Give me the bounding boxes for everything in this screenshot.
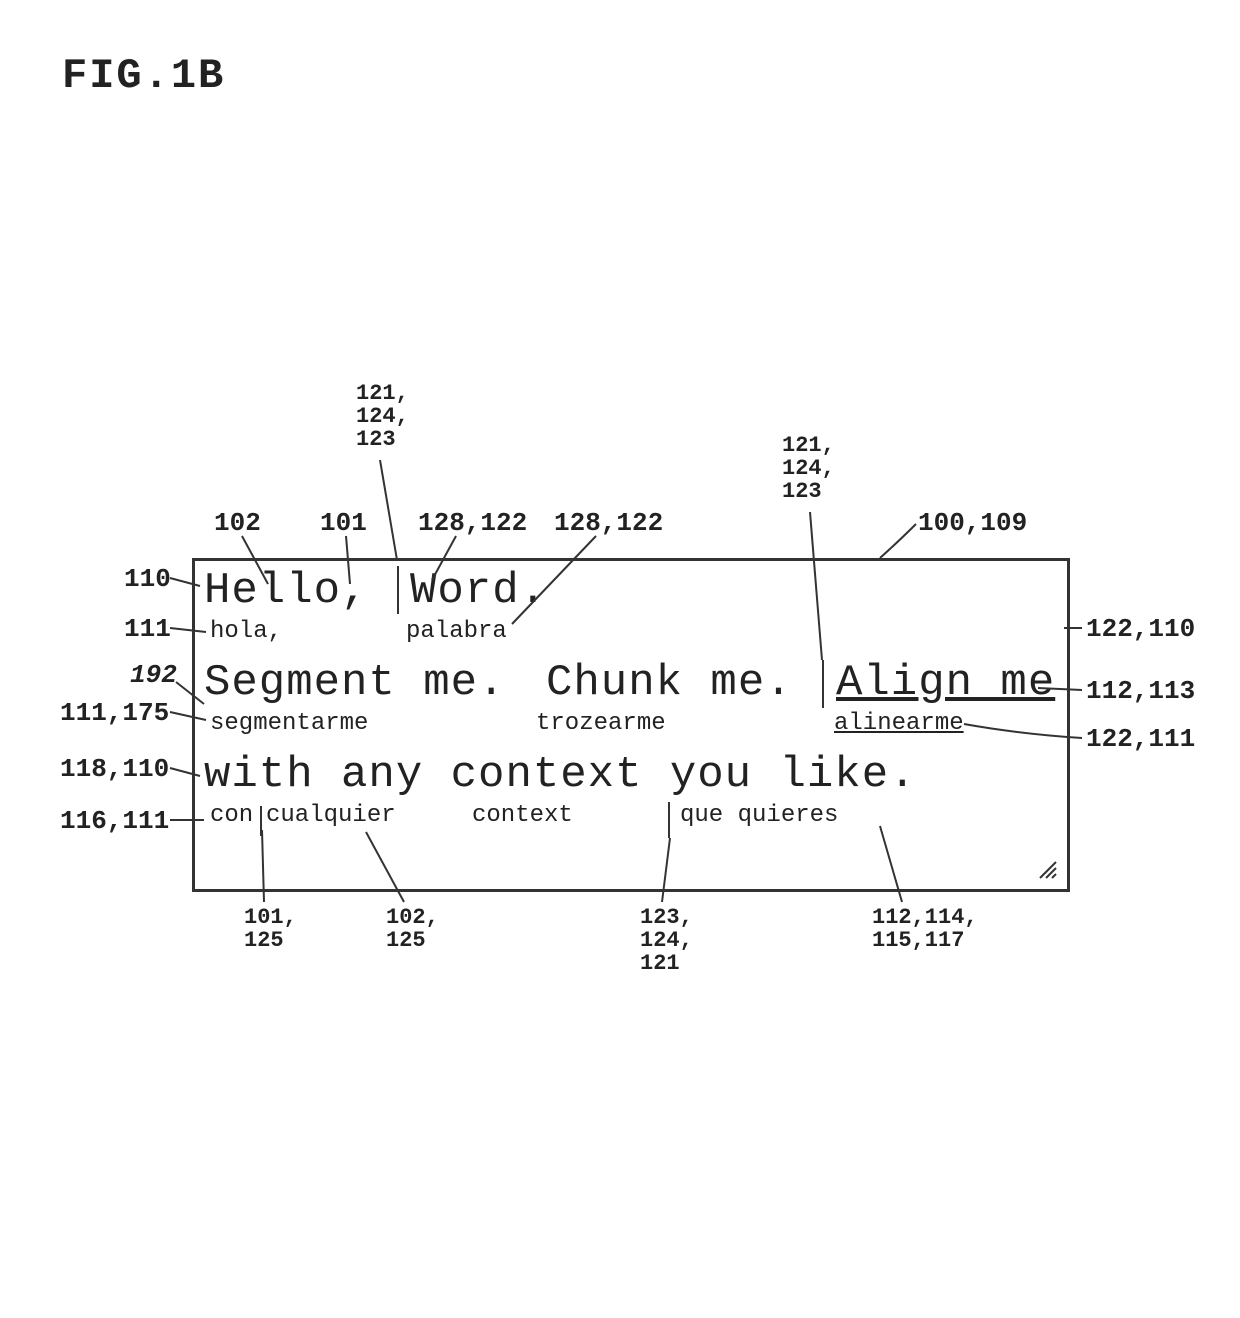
segment-mark [668,802,670,838]
ref-128-122-b: 128,122 [554,508,663,538]
tgt-line2-trozearme: trozearme [536,710,666,737]
ref-121-124-123-a: 121, 124, 123 [356,382,409,451]
ref-122-110: 122,110 [1086,614,1195,644]
tgt-line2-alinearme: alinearme [834,710,964,737]
tgt-line1-palabra: palabra [406,618,507,645]
ref-101: 101 [320,508,367,538]
src-line1-word: Word. [410,566,547,616]
ref-101-125: 101, 125 [244,906,297,952]
ref-111-175: 111,175 [60,698,169,728]
ref-192: 192 [130,660,177,690]
ref-121-124-123-b: 121, 124, 123 [782,434,835,503]
segment-mark [822,660,824,708]
src-line2-segment: Segment me. [204,658,505,708]
resize-handle-icon [1036,858,1060,882]
ref-112-113: 112,113 [1086,676,1195,706]
segment-mark [260,806,262,836]
tgt-line3-cualquier: cualquier [266,802,396,829]
ref-128-122-a: 128,122 [418,508,527,538]
src-line1-hello: Hello, [204,566,368,616]
ref-123-124-121: 123, 124, 121 [640,906,693,975]
ref-102-125: 102, 125 [386,906,439,952]
src-line2-chunk: Chunk me. [546,658,793,708]
tgt-line2-segmentarme: segmentarme [210,710,368,737]
ref-100-109: 100,109 [918,508,1027,538]
src-line3: with any context you like. [204,750,917,800]
ref-116-111: 116,111 [60,806,169,836]
figure-label: FIG.1B [62,52,225,100]
ref-112-114-115-117: 112,114, 115,117 [872,906,978,952]
tgt-line3-con: con [210,802,253,829]
ref-110: 110 [124,564,171,594]
tgt-line3-que-quieres: que quieres [680,802,838,829]
ref-102: 102 [214,508,261,538]
ref-122-111: 122,111 [1086,724,1195,754]
tgt-line1-hola: hola, [210,618,282,645]
tgt-line3-context: context [472,802,573,829]
ref-118-110: 118,110 [60,754,169,784]
segment-mark [397,566,399,614]
src-line2-align: Align me [836,658,1055,708]
ref-111: 111 [124,614,171,644]
